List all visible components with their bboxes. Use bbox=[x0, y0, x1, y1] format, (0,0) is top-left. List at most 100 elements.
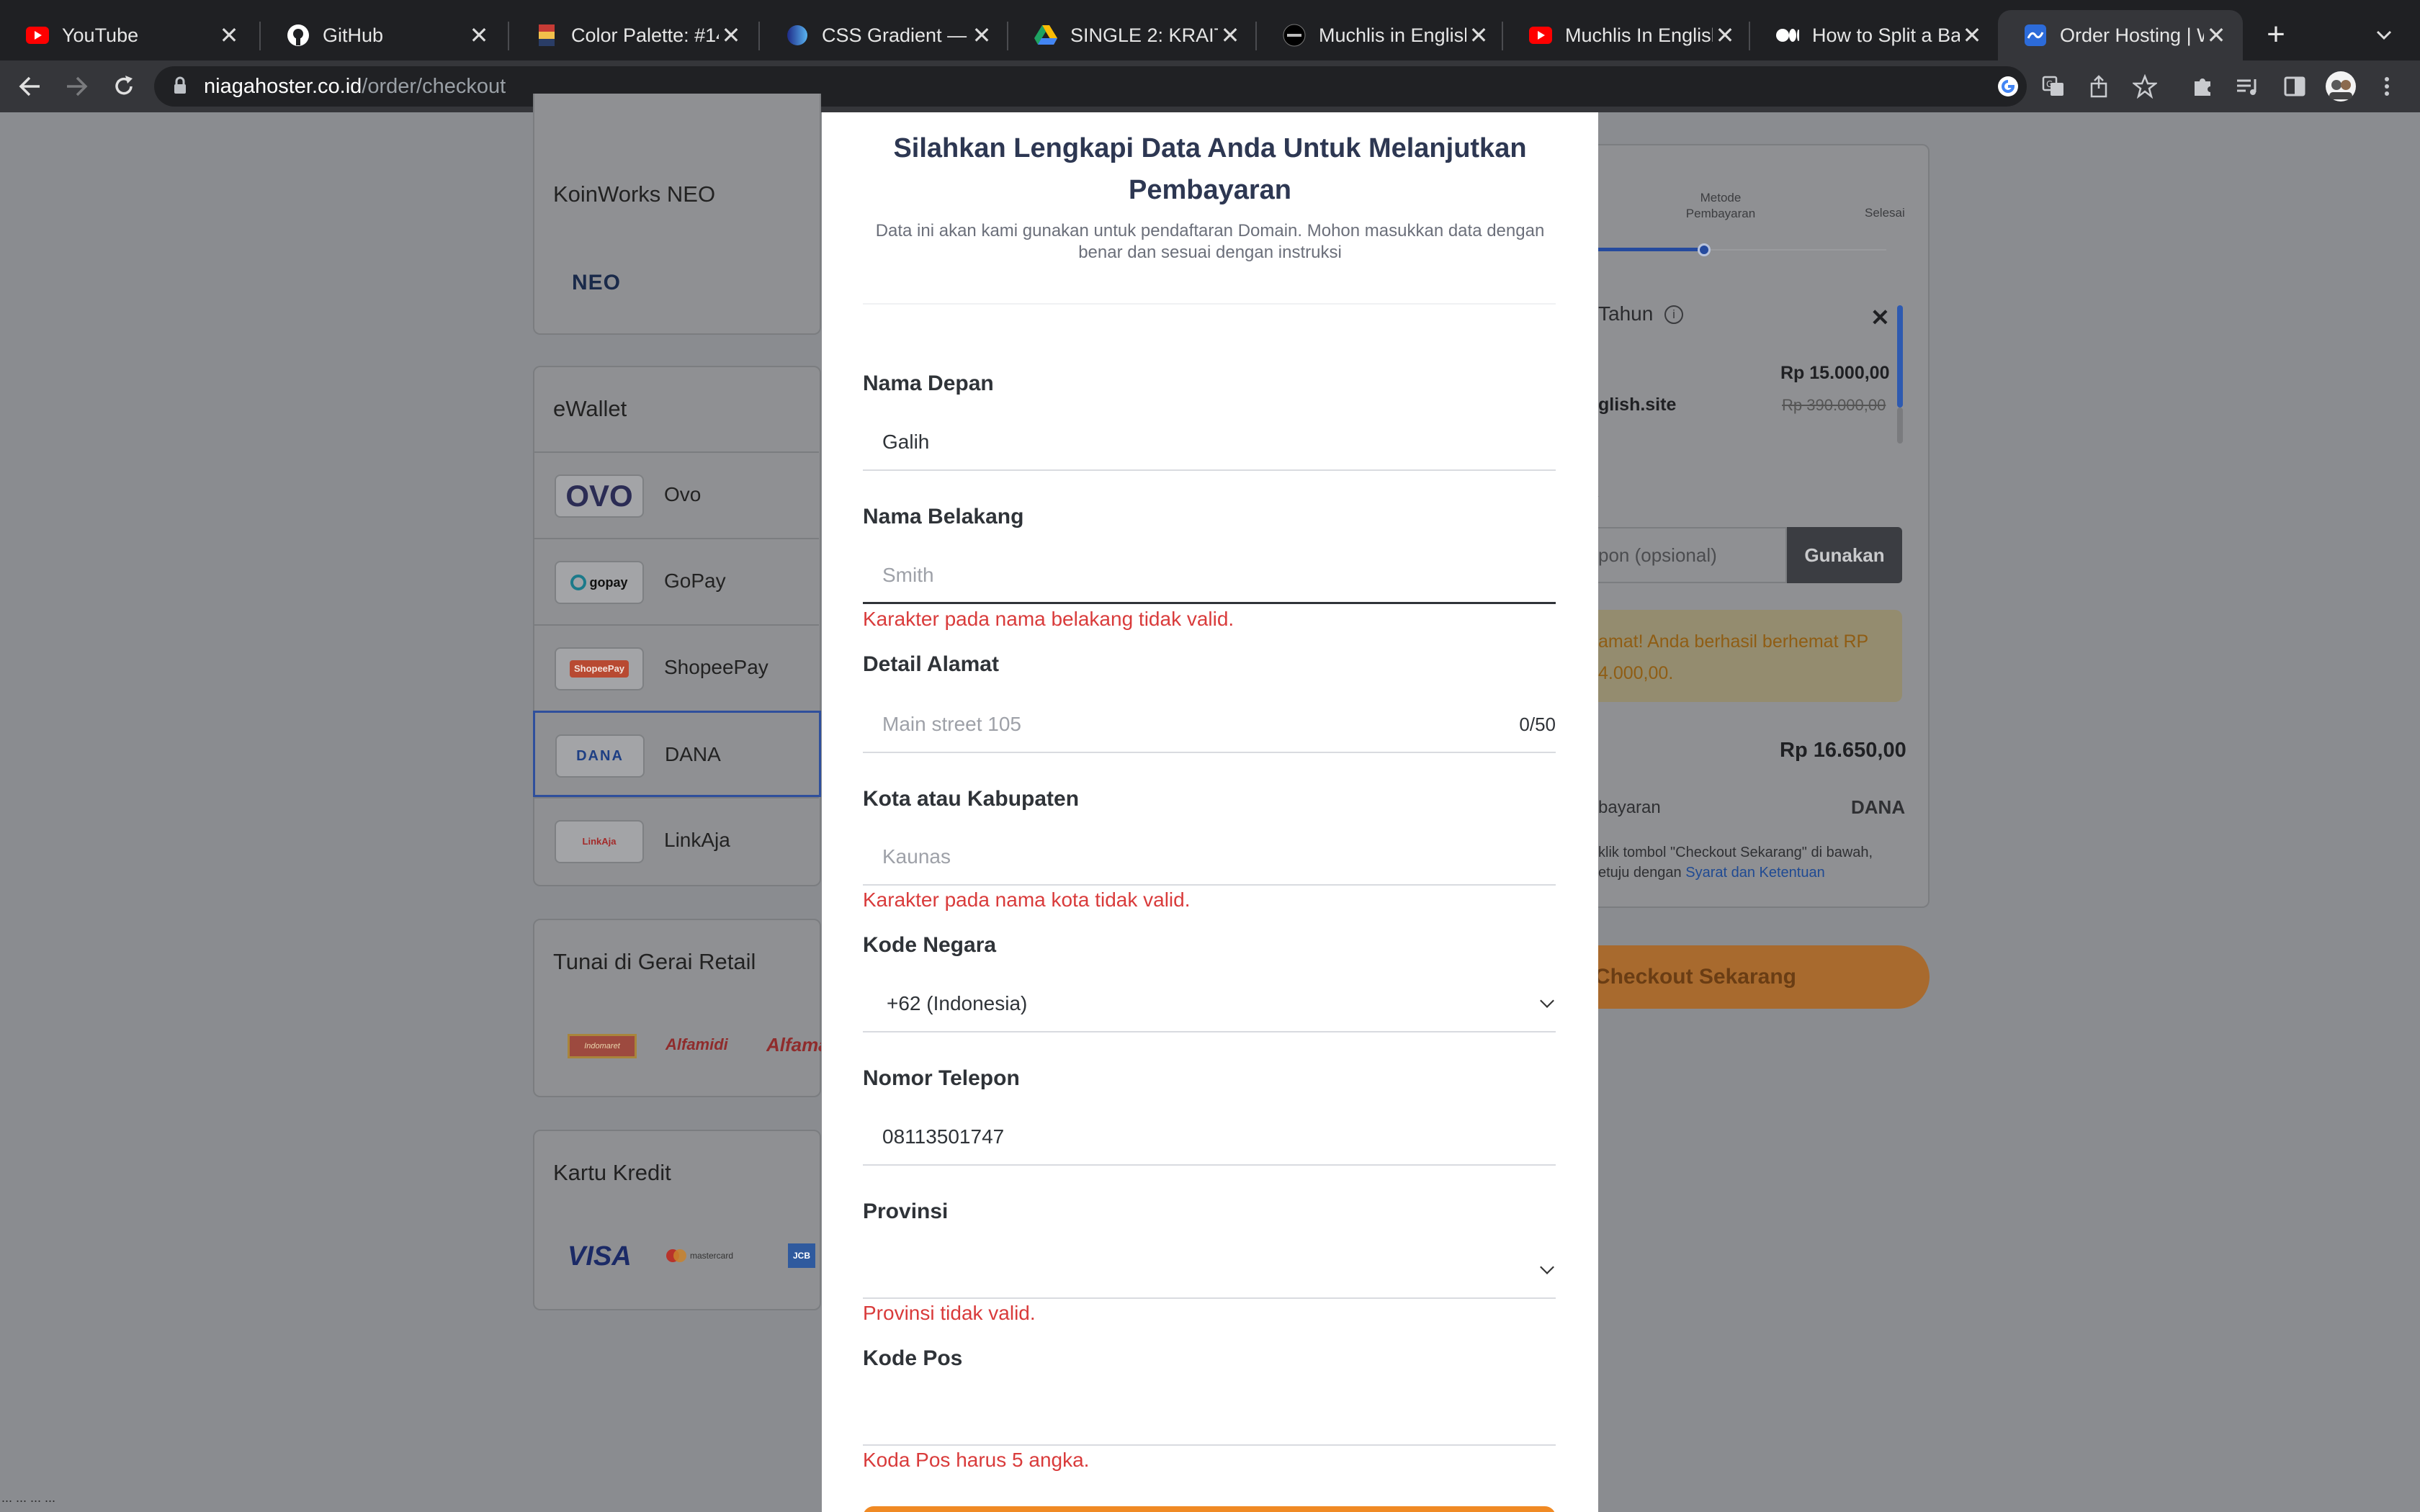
postal-code-input[interactable] bbox=[863, 1390, 1556, 1446]
step-metode-pembayaran: Metode Pembayaran bbox=[1663, 190, 1778, 222]
side-panel-icon[interactable] bbox=[2277, 69, 2312, 104]
ewallet-option-gopay[interactable]: gopay GoPay bbox=[534, 538, 819, 624]
close-icon[interactable]: ✕ bbox=[217, 22, 241, 49]
extensions-puzzle-icon[interactable] bbox=[2185, 69, 2220, 104]
terms-line: klik tombol "Checkout Sekarang" di bawah… bbox=[1598, 845, 1873, 860]
google-lens-icon[interactable] bbox=[1991, 69, 2025, 104]
close-icon[interactable]: ✕ bbox=[719, 22, 743, 49]
forward-arrow-icon[interactable] bbox=[59, 69, 94, 104]
first-name-input[interactable]: Galih bbox=[863, 415, 1556, 471]
tab-label: CSS Gradient — Ge bbox=[822, 24, 969, 46]
drive-icon bbox=[1034, 24, 1057, 47]
ewallet-option-linkaja[interactable]: LinkAja LinkAja bbox=[534, 797, 819, 883]
linkaja-logo: LinkAja bbox=[555, 820, 644, 863]
status-bar-text: ... ... ... ... bbox=[1, 1490, 56, 1505]
tab-muchlis[interactable]: Muchlis in English ✕ bbox=[1257, 10, 1505, 60]
tab-github[interactable]: GitHub ✕ bbox=[261, 10, 506, 60]
ewallet-option-dana-selected[interactable]: DANA DANA bbox=[533, 711, 821, 797]
phone-label: Nomor Telepon bbox=[863, 1066, 1020, 1090]
back-arrow-icon[interactable] bbox=[13, 69, 48, 104]
tab-medium[interactable]: How to Split a Back ✕ bbox=[1750, 10, 1999, 60]
close-icon[interactable]: ✕ bbox=[467, 22, 491, 49]
gopay-logo: gopay bbox=[555, 561, 644, 604]
media-playlist-icon[interactable] bbox=[2230, 69, 2264, 104]
mastercard-text: mastercard bbox=[690, 1251, 734, 1261]
province-select[interactable] bbox=[863, 1243, 1556, 1299]
gopay-logo-text: gopay bbox=[589, 575, 628, 590]
apply-coupon-button[interactable]: Gunakan bbox=[1787, 527, 1902, 583]
savings-text: amat! Anda berhasil berhemat RP 4.000,00. bbox=[1598, 626, 1868, 689]
tab-drive[interactable]: SINGLE 2: KRAIT (2 ✕ bbox=[1008, 10, 1257, 60]
youtube-icon bbox=[1529, 24, 1552, 47]
mastercard-circles-icon bbox=[666, 1249, 686, 1262]
new-tab-plus-icon[interactable]: + bbox=[2262, 13, 2290, 56]
summary-divider bbox=[1598, 496, 1599, 497]
item-price: Rp 15.000,00 bbox=[1780, 363, 1890, 383]
ewallet-option-label: ShopeePay bbox=[664, 656, 768, 678]
tab-search-chevron-icon[interactable] bbox=[2373, 24, 2395, 46]
menu-kebab-icon[interactable] bbox=[2370, 69, 2404, 104]
info-icon[interactable]: i bbox=[1664, 305, 1683, 324]
gradient-icon bbox=[786, 24, 809, 47]
scrollbar-track[interactable] bbox=[1897, 408, 1903, 444]
share-icon[interactable] bbox=[2081, 69, 2116, 104]
koinworks-card[interactable]: KoinWorks NEO NEO bbox=[533, 94, 821, 335]
city-placeholder: Kaunas bbox=[882, 845, 951, 868]
country-code-value: +62 (Indonesia) bbox=[887, 992, 1028, 1014]
tab-css-gradient[interactable]: CSS Gradient — Ge ✕ bbox=[760, 10, 1008, 60]
tab-youtube[interactable]: YouTube ✕ bbox=[0, 10, 256, 60]
item-domain: glish.site bbox=[1598, 395, 1677, 415]
dana-logo: DANA bbox=[555, 734, 645, 778]
tab-muchlis-youtube[interactable]: Muchlis In English ✕ bbox=[1503, 10, 1752, 60]
tab-label: How to Split a Back bbox=[1812, 24, 1960, 46]
city-input[interactable]: Kaunas bbox=[863, 829, 1556, 886]
address-input[interactable]: Main street 105 0/50 bbox=[863, 697, 1556, 753]
terms-link[interactable]: Syarat dan Ketentuan bbox=[1685, 865, 1824, 881]
visa-logo: VISA bbox=[568, 1241, 632, 1272]
reload-icon[interactable] bbox=[107, 69, 141, 104]
modal-subtitle-line: Data ini akan kami gunakan untuk pendaft… bbox=[875, 221, 1545, 240]
country-code-select[interactable]: +62 (Indonesia) bbox=[863, 976, 1556, 1032]
profile-avatar-icon[interactable] bbox=[2323, 69, 2358, 104]
tab-niagahoster-active[interactable]: Order Hosting | We ✕ bbox=[1998, 10, 2243, 60]
shopeepay-logo-text: ShopeePay bbox=[569, 660, 629, 678]
lock-icon[interactable] bbox=[173, 76, 187, 95]
step-label: Pembayaran bbox=[1685, 207, 1756, 220]
translate-icon[interactable]: G bbox=[2036, 69, 2071, 104]
address-placeholder: Main street 105 bbox=[882, 713, 1021, 735]
credit-card-card[interactable]: Kartu Kredit VISA mastercard JCB bbox=[533, 1130, 821, 1310]
gopay-ring-icon bbox=[570, 575, 587, 590]
submit-button-partial[interactable] bbox=[863, 1506, 1556, 1512]
palette-icon bbox=[535, 24, 558, 47]
url-path: /order/checkout bbox=[362, 75, 506, 98]
chevron-down-icon bbox=[1540, 1260, 1554, 1274]
address-char-counter: 0/50 bbox=[1519, 713, 1556, 735]
phone-input[interactable]: 08113501747 bbox=[863, 1110, 1556, 1166]
koinworks-title: KoinWorks NEO bbox=[553, 181, 716, 207]
coupon-input[interactable]: pon (opsional) bbox=[1598, 527, 1787, 583]
country-code-label: Kode Negara bbox=[863, 933, 997, 957]
bookmark-star-icon[interactable] bbox=[2128, 69, 2162, 104]
last-name-input[interactable]: Smith bbox=[863, 548, 1556, 604]
modal-divider bbox=[863, 303, 1556, 305]
close-icon[interactable]: ✕ bbox=[1713, 22, 1737, 49]
ewallet-option-label: DANA bbox=[665, 743, 721, 765]
remove-item-x-icon[interactable]: ✕ bbox=[1870, 304, 1890, 331]
close-icon[interactable]: ✕ bbox=[2204, 22, 2228, 49]
progress-track bbox=[1703, 249, 1886, 251]
tab-label: Muchlis in English bbox=[1319, 24, 1466, 46]
close-icon[interactable]: ✕ bbox=[1960, 22, 1984, 49]
postal-code-label: Kode Pos bbox=[863, 1346, 963, 1370]
close-icon[interactable]: ✕ bbox=[1466, 22, 1491, 49]
ewallet-option-shopeepay[interactable]: ShopeePay ShopeePay bbox=[534, 624, 819, 711]
retail-card[interactable]: Tunai di Gerai Retail Indomaret Alfamidi… bbox=[533, 919, 821, 1097]
savings-line: amat! Anda berhasil berhemat RP bbox=[1598, 631, 1869, 652]
tab-label: YouTube bbox=[62, 24, 139, 46]
scrollbar-thumb[interactable] bbox=[1897, 305, 1903, 408]
close-icon[interactable]: ✕ bbox=[969, 22, 994, 49]
close-icon[interactable]: ✕ bbox=[1218, 22, 1242, 49]
tab-color-palette[interactable]: Color Palette: #142 ✕ bbox=[509, 10, 758, 60]
muchlis-icon bbox=[1283, 24, 1306, 47]
ewallet-option-ovo[interactable]: OVO Ovo bbox=[534, 451, 819, 538]
ewallet-card: eWallet OVO Ovo gopay GoPay ShopeePay Sh… bbox=[533, 366, 821, 886]
